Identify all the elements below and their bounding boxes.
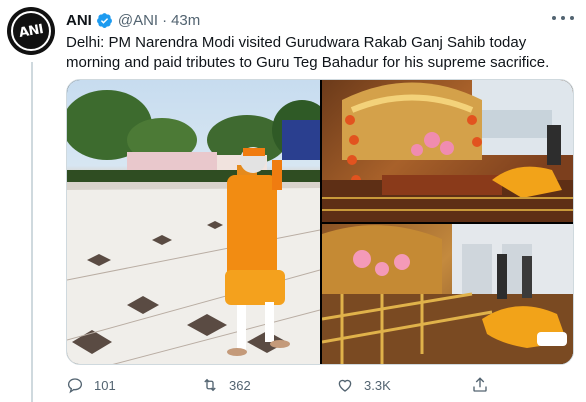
avatar[interactable]: ANI bbox=[7, 7, 55, 55]
like-icon bbox=[338, 379, 352, 392]
tweet-text: Delhi: PM Narendra Modi visited Gurudwar… bbox=[66, 34, 550, 71]
photo-prostrating-scene bbox=[322, 224, 573, 364]
media-grid[interactable] bbox=[66, 79, 574, 365]
tweet-header: ANI @ANI · 43m bbox=[66, 10, 200, 30]
reply-button[interactable]: 101 bbox=[66, 374, 116, 396]
retweet-count: 362 bbox=[229, 377, 251, 393]
photo-altar-scene bbox=[322, 80, 573, 222]
like-count: 3.3K bbox=[364, 377, 391, 393]
photo-prostrating[interactable] bbox=[322, 224, 573, 364]
photo-walking[interactable] bbox=[67, 80, 320, 364]
avatar-logo-text: ANI bbox=[17, 21, 45, 41]
author-name[interactable]: ANI bbox=[66, 12, 92, 29]
retweet-button[interactable]: 362 bbox=[201, 374, 251, 396]
share-button[interactable] bbox=[471, 374, 499, 396]
verified-badge-icon bbox=[96, 12, 113, 29]
separator-dot: · bbox=[162, 11, 168, 29]
share-icon bbox=[473, 377, 487, 392]
avatar-logo: ANI bbox=[11, 11, 51, 51]
retweet-icon bbox=[204, 378, 216, 392]
photo-walking-scene bbox=[67, 90, 320, 364]
action-bar: 101 362 3.3K bbox=[66, 374, 561, 396]
reply-icon bbox=[67, 378, 83, 394]
thread-line bbox=[31, 62, 33, 402]
author-handle[interactable]: @ANI bbox=[118, 12, 158, 29]
more-icon[interactable] bbox=[552, 10, 574, 26]
photo-altar[interactable] bbox=[322, 80, 573, 222]
reply-count: 101 bbox=[94, 377, 116, 393]
tweet-timestamp[interactable]: 43m bbox=[171, 12, 200, 29]
like-button[interactable]: 3.3K bbox=[336, 374, 391, 396]
